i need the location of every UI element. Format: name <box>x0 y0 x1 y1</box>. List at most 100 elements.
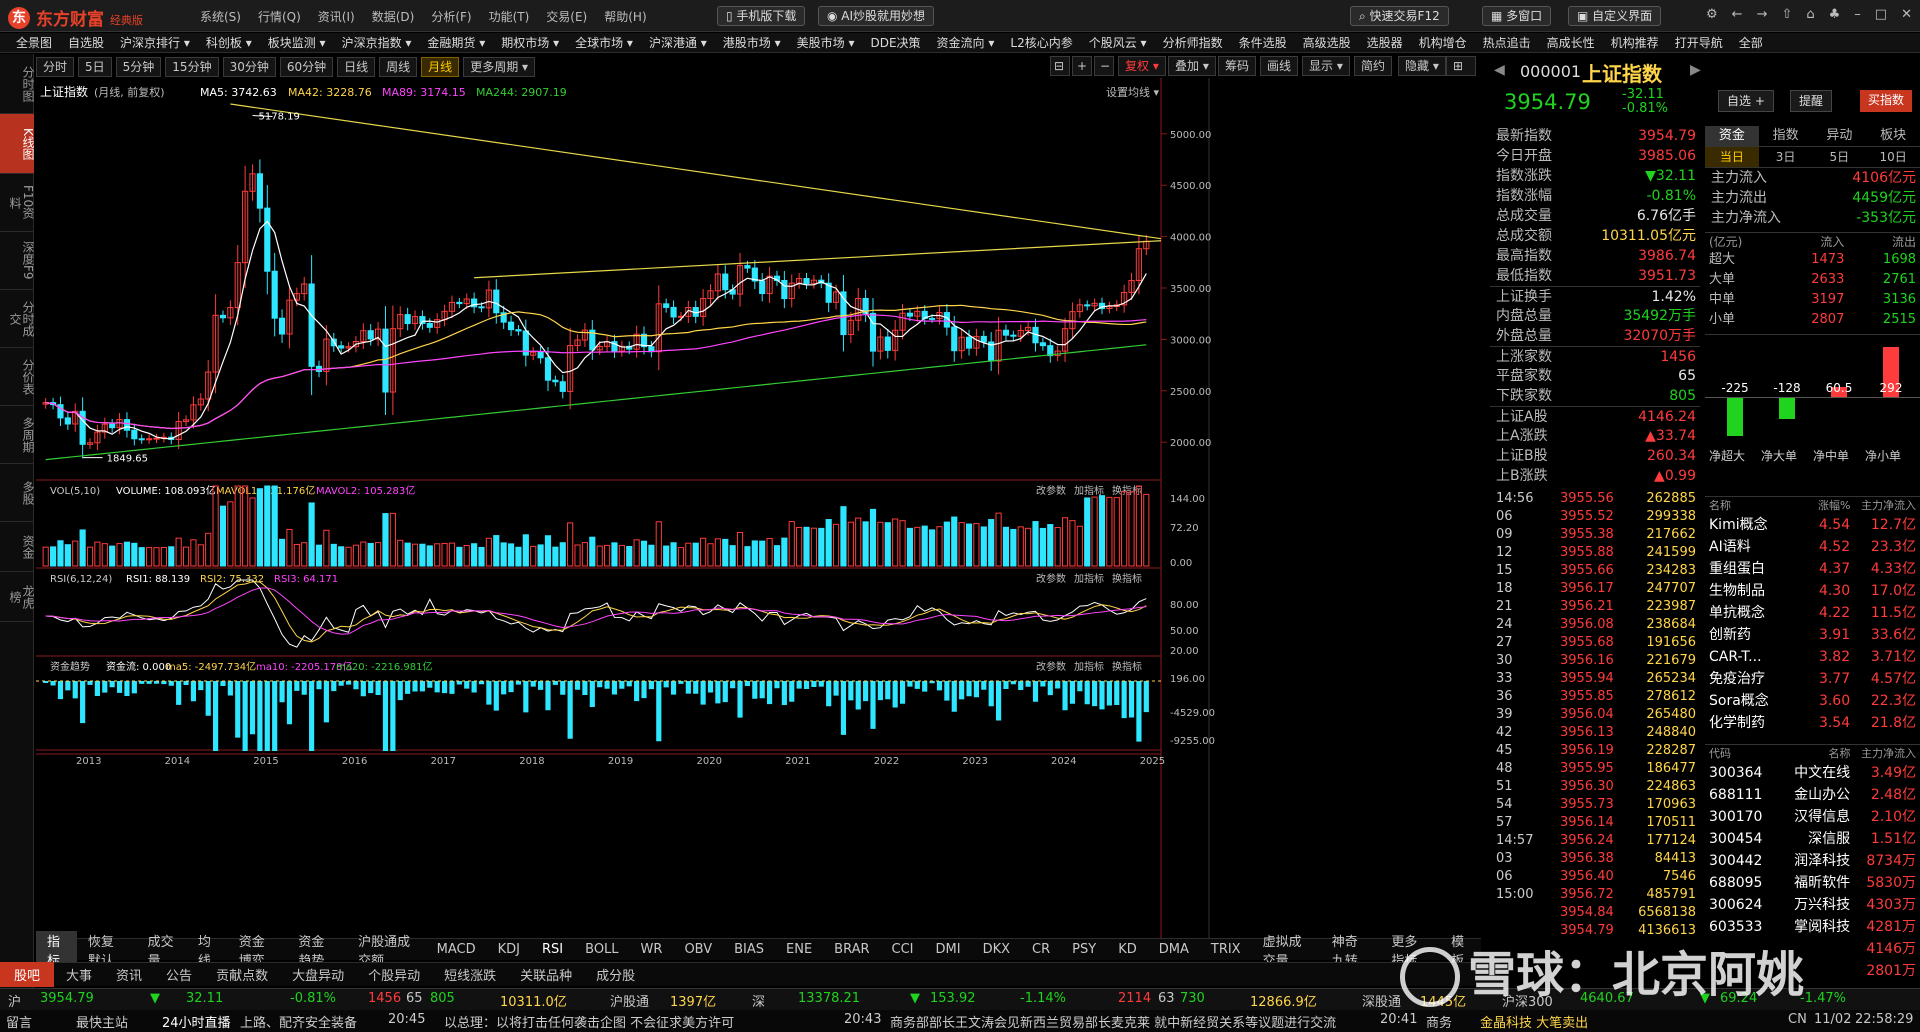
period-tab[interactable]: 日线 <box>337 57 376 77</box>
indicator-tab[interactable]: WR <box>630 942 674 957</box>
menu-item[interactable]: 行情(Q) <box>258 8 301 25</box>
view-tab[interactable]: 分价表 <box>0 348 35 406</box>
indicator-tab[interactable]: CR <box>1021 942 1061 957</box>
up-icon[interactable]: ⇧ <box>1781 7 1792 22</box>
pane-tool-swap[interactable]: 换指标 <box>1112 660 1142 673</box>
period-tab[interactable]: 分时 <box>36 57 75 77</box>
indicator-tab[interactable]: KD <box>1107 942 1148 957</box>
table-row[interactable]: 300454 深信服 1.51亿 <box>1705 828 1920 850</box>
news-item[interactable]: 20:43 <box>844 1012 881 1027</box>
nav-item[interactable]: 全部 <box>1723 33 1763 52</box>
news-item[interactable]: 24小时直播 <box>162 1012 231 1031</box>
kline-chart[interactable]: 上证指数 (月线, 前复权) MA5: 3742.63 MA42: 3228.76 MA… <box>36 78 1481 938</box>
home-icon[interactable]: ⌂ <box>1806 7 1814 22</box>
info-tab[interactable]: 大事 <box>54 965 104 984</box>
settings-icon[interactable]: ⚙ <box>1706 7 1718 22</box>
alert-button[interactable]: 提醒 <box>1790 90 1833 112</box>
table-row[interactable]: 300624 万兴科技 4303万 <box>1705 894 1920 916</box>
table-row[interactable]: 2801万 <box>1705 960 1920 982</box>
table-row[interactable]: AI语料 4.52 23.3亿 <box>1705 536 1920 558</box>
indicator-tab[interactable]: OBV <box>673 942 723 957</box>
fund-period-tab[interactable]: 当日 <box>1705 147 1759 167</box>
indicator-tab[interactable]: ENE <box>775 942 823 957</box>
table-row[interactable]: 300170 汉得信息 2.10亿 <box>1705 806 1920 828</box>
nav-item[interactable]: 资金流向 ▾ <box>921 33 995 52</box>
shirt-icon[interactable]: ♣ <box>1829 7 1841 22</box>
indicator-tab[interactable]: KDJ <box>487 942 531 957</box>
menu-item[interactable]: 帮助(H) <box>604 8 646 25</box>
news-item[interactable]: 商务 <box>1426 1012 1452 1031</box>
table-row[interactable]: 单抗概念 4.22 11.5亿 <box>1705 602 1920 624</box>
nav-item[interactable]: 条件选股 <box>1223 33 1287 52</box>
table-row[interactable]: 化学制药 3.54 21.8亿 <box>1705 712 1920 734</box>
menu-item[interactable]: 系统(S) <box>200 8 241 25</box>
menu-item[interactable]: 交易(E) <box>546 8 587 25</box>
quick-trade-button[interactable]: ⌕ 快速交易F12 <box>1350 6 1449 26</box>
pane-tool-params[interactable]: 改参数 <box>1036 484 1066 497</box>
info-tab[interactable]: 股吧 <box>0 962 55 987</box>
nav-item[interactable]: 科创板 ▾ <box>190 33 252 52</box>
nav-item[interactable]: 自选股 <box>52 33 104 52</box>
close-icon[interactable]: ✕ <box>1901 7 1912 22</box>
menu-item[interactable]: 数据(D) <box>372 8 415 25</box>
fuquan-button[interactable]: 复权 ▾ <box>1118 56 1166 76</box>
view-tab[interactable]: F10资料 <box>0 174 35 232</box>
nav-item[interactable]: 打开导航 <box>1659 33 1723 52</box>
table-row[interactable]: Kimi概念 4.54 12.7亿 <box>1705 514 1920 536</box>
period-tab[interactable]: 30分钟 <box>222 57 276 77</box>
table-row[interactable]: 300442 润泽科技 8734万 <box>1705 850 1920 872</box>
nav-item[interactable]: 机构增仓 <box>1403 33 1467 52</box>
view-tab[interactable]: 多股 <box>0 464 35 522</box>
indicator-tab[interactable]: BRAR <box>823 942 880 957</box>
fund-period-tab[interactable]: 5日 <box>1813 147 1867 167</box>
info-tab[interactable]: 资讯 <box>104 965 154 984</box>
table-row[interactable]: 688095 福昕软件 5830万 <box>1705 872 1920 894</box>
fund-period-tab[interactable]: 3日 <box>1759 147 1813 167</box>
custom-layout-button[interactable]: ▣ 自定义界面 <box>1568 6 1662 26</box>
pane-tool-add[interactable]: 加指标 <box>1074 484 1104 497</box>
display-button[interactable]: 显示 ▾ <box>1302 56 1350 76</box>
view-tab[interactable]: 资金 <box>0 522 35 572</box>
info-tab[interactable]: 短线涨跌 <box>432 965 508 984</box>
nav-item[interactable]: 机构推荐 <box>1595 33 1659 52</box>
simple-button[interactable]: 简约 <box>1354 56 1393 76</box>
nav-item[interactable]: 沪深港通 ▾ <box>633 33 707 52</box>
table-row[interactable]: 生物制品 4.30 17.0亿 <box>1705 580 1920 602</box>
table-row[interactable]: CAR-T... 3.82 3.71亿 <box>1705 646 1920 668</box>
fund-tab[interactable]: 板块 <box>1866 126 1920 146</box>
info-tab[interactable]: 成分股 <box>584 965 647 984</box>
indicator-tab[interactable]: DKX <box>972 942 1021 957</box>
info-tab[interactable]: 个股异动 <box>356 965 432 984</box>
view-tab[interactable]: 深度F9 <box>0 232 35 290</box>
table-row[interactable]: 603533 掌阅科技 4281万 <box>1705 916 1920 938</box>
zoom-out-icon[interactable]: − <box>1094 56 1114 76</box>
news-item[interactable]: 以总理：以将打击任何袭击企图 不会征求美方许可 <box>444 1012 734 1031</box>
view-tab[interactable]: 多周期 <box>0 406 35 464</box>
forward-icon[interactable]: → <box>1757 7 1768 22</box>
news-item[interactable]: 20:45 <box>388 1012 425 1027</box>
info-tab[interactable]: 贡献点数 <box>204 965 280 984</box>
period-tab[interactable]: 5分钟 <box>115 57 162 77</box>
minimize-icon[interactable]: – <box>1854 7 1861 22</box>
nav-item[interactable]: 板块监测 ▾ <box>252 33 326 52</box>
indicator-tab[interactable]: DMA <box>1148 942 1200 957</box>
view-tab[interactable]: 龙虎榜 <box>0 572 35 622</box>
view-tab[interactable]: 分时图 <box>0 54 35 114</box>
nav-item[interactable]: 分析师指数 <box>1147 33 1223 52</box>
hide-button[interactable]: 隐藏 ▾ <box>1398 56 1446 76</box>
draw-button[interactable]: 画线 <box>1260 56 1299 76</box>
pane-tool-add[interactable]: 加指标 <box>1074 572 1104 585</box>
nav-item[interactable]: 个股风云 ▾ <box>1073 33 1147 52</box>
pane-tool-params[interactable]: 改参数 <box>1036 572 1066 585</box>
news-item[interactable]: 留言 <box>6 1012 32 1031</box>
multi-window-button[interactable]: ▦ 多窗口 <box>1482 6 1552 26</box>
fund-tab[interactable]: 资金 <box>1705 126 1759 146</box>
mobile-download-button[interactable]: ▯ 手机版下载 <box>717 6 806 26</box>
zoom-in-icon[interactable]: + <box>1072 56 1092 76</box>
nav-item[interactable]: 全景图 <box>0 33 52 52</box>
info-tab[interactable]: 大盘异动 <box>280 965 356 984</box>
table-row[interactable]: Sora概念 3.60 22.3亿 <box>1705 690 1920 712</box>
nav-item[interactable]: 港股市场 ▾ <box>707 33 781 52</box>
fund-tab[interactable]: 异动 <box>1813 126 1867 146</box>
news-item[interactable]: 商务部部长王文涛会见新西兰贸易部长麦克莱 就中新经贸关系等议题进行交流 <box>890 1012 1336 1031</box>
